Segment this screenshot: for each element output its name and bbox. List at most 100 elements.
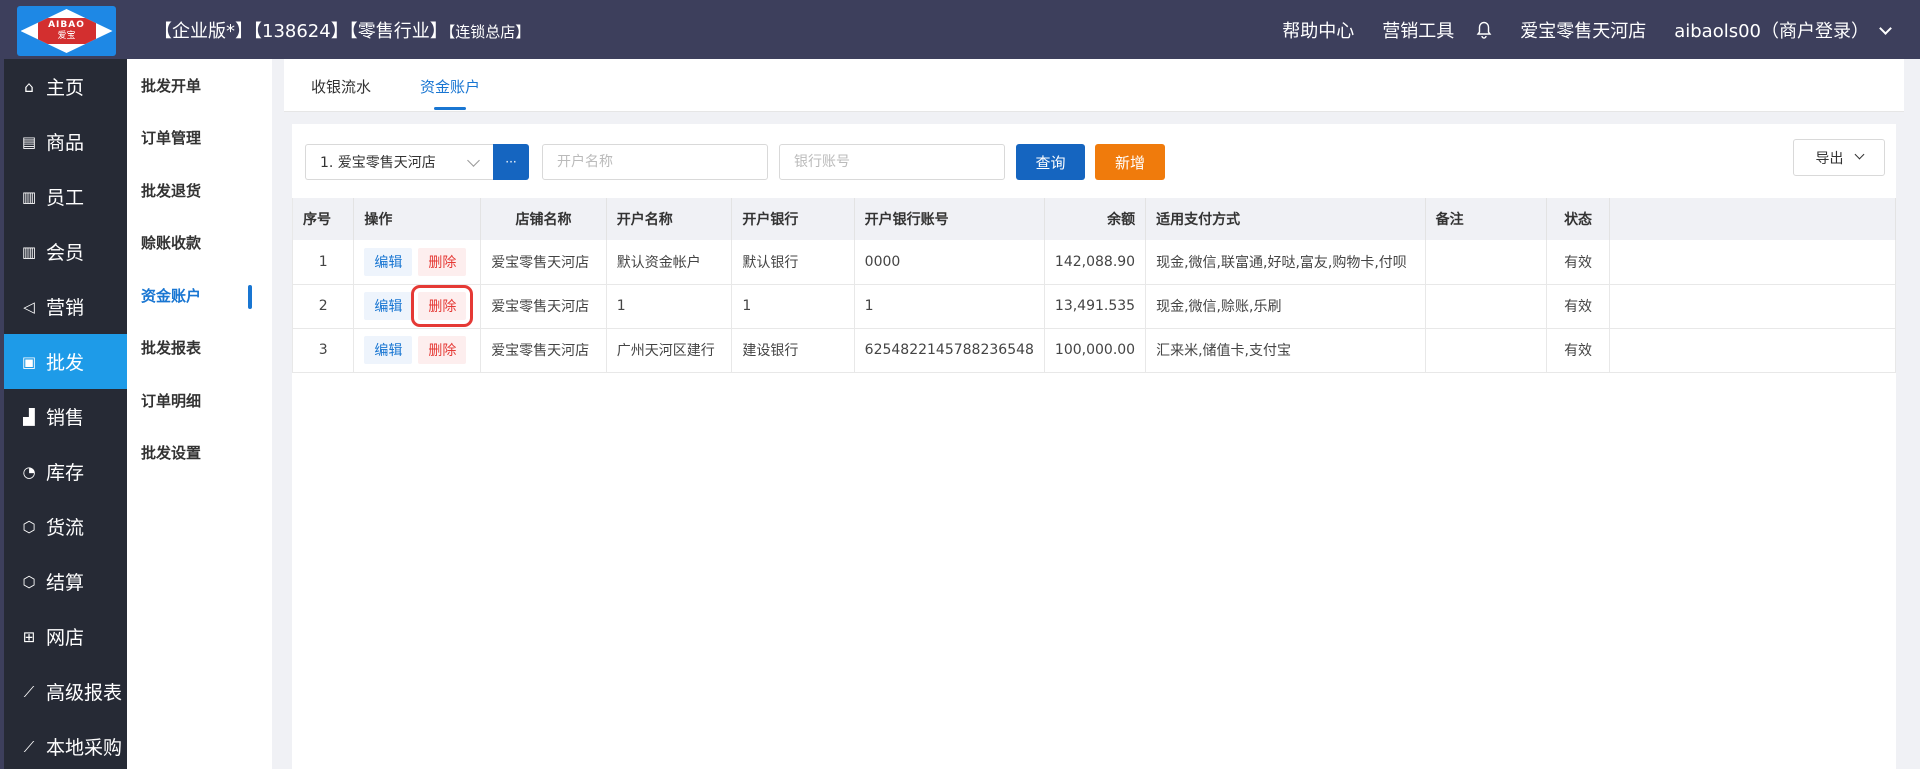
cube-icon: ⬡ [22, 572, 36, 591]
bell-icon[interactable] [1476, 21, 1492, 39]
sidebar-item-10[interactable]: ⊞ 网店 [0, 609, 127, 664]
pie-icon: ◔ [22, 462, 36, 481]
content-panel: 1. 爱宝零售天河店 ··· 查询 新增 导出 序号 操作 店铺名称 开户名称 … [291, 124, 1897, 769]
table-row: 3 编辑 删除 爱宝零售天河店 广州天河区建行 建设银行 62548221457882365… [291, 328, 1897, 373]
col-header-status: 状态 [1546, 198, 1610, 240]
edit-button[interactable]: 编辑 [364, 292, 413, 320]
sidebar-item-label: 会员 [46, 242, 85, 264]
store-more-button[interactable]: ··· [493, 144, 529, 180]
cell-account-name: 广州天河区建行 [606, 328, 733, 373]
delete-button[interactable]: 删除 [418, 336, 467, 364]
subnav-item-4[interactable]: 资金账户 [127, 269, 272, 322]
sidebar-item-7[interactable]: ◔ 库存 [0, 444, 127, 499]
query-button[interactable]: 查询 [1016, 144, 1085, 180]
line-chart-icon: ⟋ [23, 737, 35, 756]
cell-bank-account: 0000 [854, 240, 1045, 285]
table-row: 2 编辑 删除 爱宝零售天河店 1 1 1 13,491.535 现金,微信,赊账,乐刷 有效 [291, 284, 1897, 329]
main-sidebar: ⌂ 主页 ▤ 商品 ▥ 员工 ▥ 会员 ◁ 营销 ▣ 批发 ▟ 销售 ◔ 库存 ⬡ 货流 ⬡ 结算 ⊞ 网店 ⟋ 高级报表 ⟋ 本… [0, 59, 127, 769]
col-header-bank: 开户银行 [731, 198, 855, 240]
sidebar-item-11[interactable]: ⟋ 高级报表 [0, 664, 127, 719]
edit-button[interactable]: 编辑 [364, 247, 413, 276]
cell-no: 2 [291, 284, 355, 329]
gift-icon: ⊞ [22, 627, 36, 646]
subnav-item-1[interactable]: 订单管理 [127, 112, 272, 165]
export-button[interactable]: 导出 [1793, 139, 1885, 176]
cell-store: 爱宝零售天河店 [480, 328, 607, 373]
subnav-item-2[interactable]: 批发退货 [127, 164, 272, 217]
edition-label: 【企业版*】【138624】【零售行业】 [154, 21, 448, 42]
chevron-down-icon [467, 154, 480, 167]
chevron-down-icon [1854, 149, 1864, 160]
table-row: 1 编辑 删除 爱宝零售天河店 默认资金帐户 默认银行 0000 142,088.90 现金,微… [291, 240, 1897, 285]
cell-no: 3 [291, 328, 355, 373]
current-store[interactable]: 爱宝零售天河店 [1520, 17, 1646, 43]
store-select-value: 1. 爱宝零售天河店 [320, 155, 436, 171]
col-header-payment: 适用支付方式 [1145, 198, 1426, 240]
edit-button[interactable]: 编辑 [364, 336, 413, 364]
cell-balance: 13,491.535 [1044, 284, 1147, 329]
cell-store: 爱宝零售天河店 [480, 284, 607, 329]
delete-button[interactable]: 删除 [411, 285, 474, 327]
sidebar-item-3[interactable]: ▥ 会员 [0, 224, 127, 279]
tab-cash-flow[interactable]: 收银流水 [311, 76, 371, 97]
subnav-item-0[interactable]: 批发开单 [127, 59, 272, 112]
sidebar-item-12[interactable]: ⟋ 本地采购 [0, 719, 127, 769]
table-header-row: 序号 操作 店铺名称 开户名称 开户银行 开户银行账号 余额 适用支付方式 备注… [291, 198, 1897, 240]
sidebar-item-5[interactable]: ▣ 批发 [0, 334, 127, 389]
help-center-link[interactable]: 帮助中心 [1282, 17, 1354, 43]
sidebar-item-6[interactable]: ▟ 销售 [0, 389, 127, 444]
wholesale-icon: ▣ [21, 352, 37, 371]
top-header: AIBAO 爱宝 【企业版*】【138624】【零售行业】【连锁总店】 帮助中心… [0, 0, 1920, 59]
line-chart-icon: ⟋ [23, 682, 35, 701]
cell-balance: 142,088.90 [1044, 240, 1147, 285]
logo-text: AIBAO [48, 20, 85, 30]
sidebar-item-4[interactable]: ◁ 营销 [0, 279, 127, 334]
account-name-input[interactable] [542, 144, 768, 180]
cell-balance: 100,000.00 [1044, 328, 1147, 373]
subnav-item-3[interactable]: 赊账收款 [127, 217, 272, 270]
cell-filler [1609, 240, 1897, 285]
employee-icon: ▥ [21, 187, 37, 206]
megaphone-icon: ◁ [23, 297, 35, 316]
user-menu[interactable]: aibaols00（商户登录） [1674, 17, 1892, 43]
col-header-balance: 余额 [1044, 198, 1147, 240]
sidebar-item-1[interactable]: ▤ 商品 [0, 114, 127, 169]
sidebar-item-0[interactable]: ⌂ 主页 [0, 59, 127, 114]
subnav-item-6[interactable]: 订单明细 [127, 374, 272, 427]
member-icon: ▥ [21, 242, 37, 261]
aibao-logo[interactable]: AIBAO 爱宝 [17, 6, 116, 56]
active-tab-indicator [434, 107, 466, 110]
sidebar-item-8[interactable]: ⬡ 货流 [0, 499, 127, 554]
tab-fund-account[interactable]: 资金账户 [420, 76, 480, 97]
cell-payment: 现金,微信,赊账,乐刷 [1145, 284, 1426, 329]
marketing-tools-link[interactable]: 营销工具 [1382, 17, 1454, 43]
subnav-item-7[interactable]: 批发设置 [127, 427, 272, 480]
cell-bank-account: 1 [854, 284, 1045, 329]
subnav-item-5[interactable]: 批发报表 [127, 322, 272, 375]
sidebar-item-label: 结算 [46, 572, 85, 594]
cell-remark [1425, 328, 1548, 373]
sidebar-item-label: 高级报表 [46, 682, 123, 704]
cell-status: 有效 [1546, 284, 1610, 329]
sidebar-item-label: 批发 [46, 352, 85, 374]
col-header-no: 序号 [291, 198, 355, 240]
header-actions: 帮助中心 营销工具 爱宝零售天河店 aibaols00（商户登录） [1254, 17, 1892, 43]
bank-account-input[interactable] [779, 144, 1005, 180]
sidebar-item-label: 货流 [46, 517, 85, 539]
add-button[interactable]: 新增 [1095, 144, 1165, 180]
store-select[interactable]: 1. 爱宝零售天河店 [305, 144, 494, 180]
cell-store: 爱宝零售天河店 [480, 240, 607, 285]
delete-button[interactable]: 删除 [418, 247, 467, 276]
cell-status: 有效 [1546, 328, 1610, 373]
sidebar-item-label: 员工 [46, 187, 85, 209]
sidebar-item-label: 本地采购 [46, 737, 123, 759]
user-name: aibaols00（商户登录） [1674, 21, 1869, 42]
cell-remark [1425, 284, 1548, 329]
col-header-filler [1609, 198, 1897, 240]
tab-strip: 收银流水 资金账户 [284, 59, 1904, 112]
sidebar-item-label: 主页 [46, 77, 85, 99]
sidebar-item-9[interactable]: ⬡ 结算 [0, 554, 127, 609]
sidebar-item-2[interactable]: ▥ 员工 [0, 169, 127, 224]
sidebar-edge [0, 59, 4, 769]
cell-account-name: 默认资金帐户 [606, 240, 733, 285]
